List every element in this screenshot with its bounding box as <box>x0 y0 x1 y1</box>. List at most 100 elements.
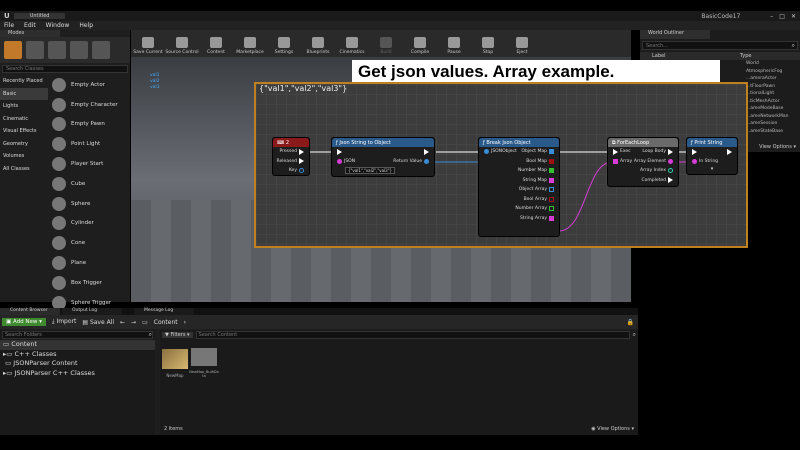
pressed-pin[interactable]: Pressed <box>273 147 309 157</box>
place-item[interactable]: Plane <box>52 253 130 273</box>
tree-item-cpp[interactable]: ▸▭ C++ Classes <box>0 350 155 360</box>
compile-button[interactable]: Compile <box>403 30 437 57</box>
key-pin[interactable]: Key <box>273 166 309 176</box>
lock-icon[interactable]: 🔒 <box>627 319 634 326</box>
string-pin-icon[interactable] <box>668 158 673 164</box>
place-item[interactable]: Cube <box>52 174 130 194</box>
filters-button[interactable]: ▼ Filters ▾ <box>162 332 193 338</box>
foliage-mode-icon[interactable] <box>70 41 88 59</box>
expand-arrow-icon[interactable]: ▾ <box>687 166 737 172</box>
paint-mode-icon[interactable] <box>26 41 44 59</box>
maximize-icon[interactable]: □ <box>779 13 785 20</box>
exec-pin-icon[interactable] <box>692 148 697 155</box>
tab-content-browser[interactable]: Content Browser <box>0 308 60 315</box>
tree-item-plugin-cpp[interactable]: ▸▭ JSONParser C++ Classes <box>0 369 155 379</box>
print-string-node[interactable]: ƒ Print String In String ▾ <box>686 137 738 175</box>
view-options-button[interactable]: ◉ View Options ▾ <box>591 426 634 432</box>
blueprint-graph[interactable]: {"val1","val2","val3"} ⌨ 2 Pressed Relea… <box>256 84 746 246</box>
place-item[interactable]: Cone <box>52 233 130 253</box>
category-item[interactable]: Lights <box>0 100 48 113</box>
breadcrumb-content[interactable]: Content <box>154 319 178 326</box>
category-item[interactable]: Recently Placed <box>0 75 48 88</box>
exec-pin-icon[interactable] <box>613 148 618 155</box>
string-map-pin[interactable]: String Map <box>479 176 559 186</box>
column-label[interactable]: Label <box>640 53 740 59</box>
outliner-item[interactable]: AtmosphericFog <box>746 68 800 76</box>
minimize-icon[interactable]: – <box>770 13 773 20</box>
menu-file[interactable]: File <box>4 22 14 29</box>
array-pin-icon[interactable] <box>613 158 618 164</box>
array-index-pin[interactable]: Array Index <box>608 166 678 176</box>
exec-pin-icon[interactable] <box>727 148 732 155</box>
tree-item-content[interactable]: ▭ Content <box>0 340 155 350</box>
menu-window[interactable]: Window <box>46 22 70 29</box>
search-folders-input[interactable]: Search Folders <box>3 332 149 338</box>
outliner-item[interactable]: World <box>746 60 800 68</box>
bool-array-pin[interactable]: Bool Array <box>479 195 559 205</box>
completed-pin[interactable]: Completed <box>608 176 678 186</box>
category-item[interactable]: Basic <box>0 87 48 100</box>
object-pin-icon[interactable] <box>484 149 489 155</box>
key-2-node[interactable]: ⌨ 2 Pressed Released Key <box>272 137 310 176</box>
in-string-pin[interactable]: In String <box>687 157 737 167</box>
outliner-item[interactable]: ...ameSession <box>746 120 800 128</box>
blueprints-button[interactable]: Blueprints <box>301 30 335 57</box>
outliner-item[interactable]: ...ameNetworkMan <box>746 113 800 121</box>
tab-modes[interactable]: Modes <box>0 30 60 37</box>
object-array-pin[interactable]: Object Array <box>479 185 559 195</box>
number-array-pin[interactable]: Number Array <box>479 204 559 214</box>
category-item[interactable]: Visual Effects <box>0 125 48 138</box>
add-new-button[interactable]: ▣ Add New ▾ <box>2 318 46 326</box>
outliner-search-input[interactable]: Search... <box>643 43 792 49</box>
cinematics-button[interactable]: Cinematics <box>335 30 369 57</box>
landscape-mode-icon[interactable] <box>48 41 66 59</box>
geometry-mode-icon[interactable] <box>92 41 110 59</box>
close-icon[interactable]: ✕ <box>791 13 796 20</box>
tab-output-log[interactable]: Output Log <box>62 308 122 315</box>
place-item[interactable]: Empty Character <box>52 95 130 115</box>
string-pin-icon[interactable] <box>337 158 342 164</box>
menu-help[interactable]: Help <box>79 22 93 29</box>
column-type[interactable]: Type <box>740 53 751 59</box>
asset-tile[interactable]: NewMap <box>162 348 188 378</box>
back-icon[interactable]: ← <box>120 319 125 326</box>
place-mode-icon[interactable] <box>4 41 22 59</box>
place-item[interactable]: Point Light <box>52 134 130 154</box>
search-content-input[interactable]: Search Content <box>195 331 630 339</box>
number-map-pin[interactable]: Number Map <box>479 166 559 176</box>
exec-pin-icon[interactable] <box>337 148 342 155</box>
view-options-button[interactable]: View Options ▾ <box>759 144 796 150</box>
save-all-button[interactable]: ▤ Save All <box>82 319 114 326</box>
released-pin[interactable]: Released <box>273 157 309 167</box>
marketplace-button[interactable]: Marketplace <box>233 30 267 57</box>
place-item[interactable]: Player Start <box>52 154 130 174</box>
string-array-pin[interactable]: String Array <box>479 214 559 224</box>
bool-map-pin[interactable]: Bool Map <box>479 157 559 167</box>
place-item[interactable]: Empty Pawn <box>52 115 130 135</box>
map-pin-icon[interactable] <box>549 149 554 155</box>
forward-icon[interactable]: → <box>131 319 136 326</box>
outliner-item[interactable]: ...tFloorPawn <box>746 83 800 91</box>
place-item[interactable]: Box Trigger <box>52 273 130 293</box>
category-item[interactable]: Volumes <box>0 150 48 163</box>
eject-button[interactable]: Eject <box>505 30 539 57</box>
outliner-item[interactable]: ...tionalLight <box>746 90 800 98</box>
object-pin-icon[interactable] <box>424 158 429 164</box>
asset-tile[interactable]: NewMap_BuiltData <box>189 348 219 378</box>
tree-item-plugin-content[interactable]: ▭ JSONParser Content <box>0 359 155 369</box>
content-button[interactable]: Content <box>199 30 233 57</box>
level-tab[interactable]: Untitled <box>13 13 66 19</box>
json-input-field[interactable]: {"val1","val2","val3"} <box>345 167 396 175</box>
category-item[interactable]: Cinematic <box>0 113 48 126</box>
menu-edit[interactable]: Edit <box>24 22 36 29</box>
exec-pin-icon[interactable] <box>668 148 673 155</box>
build-button[interactable]: Build <box>369 30 403 57</box>
break-json-object-node[interactable]: ƒ Break Json Object JSONObject Object Map… <box>478 137 560 237</box>
save-current-button[interactable]: Save Current <box>131 30 165 57</box>
exec-pin-icon[interactable] <box>424 148 429 155</box>
outliner-item[interactable]: ...ameraActor <box>746 75 800 83</box>
category-item[interactable]: All Classes <box>0 163 48 176</box>
search-classes-input[interactable]: Search Classes <box>2 65 128 73</box>
stop-button[interactable]: Stop <box>471 30 505 57</box>
place-item[interactable]: Cylinder <box>52 214 130 234</box>
